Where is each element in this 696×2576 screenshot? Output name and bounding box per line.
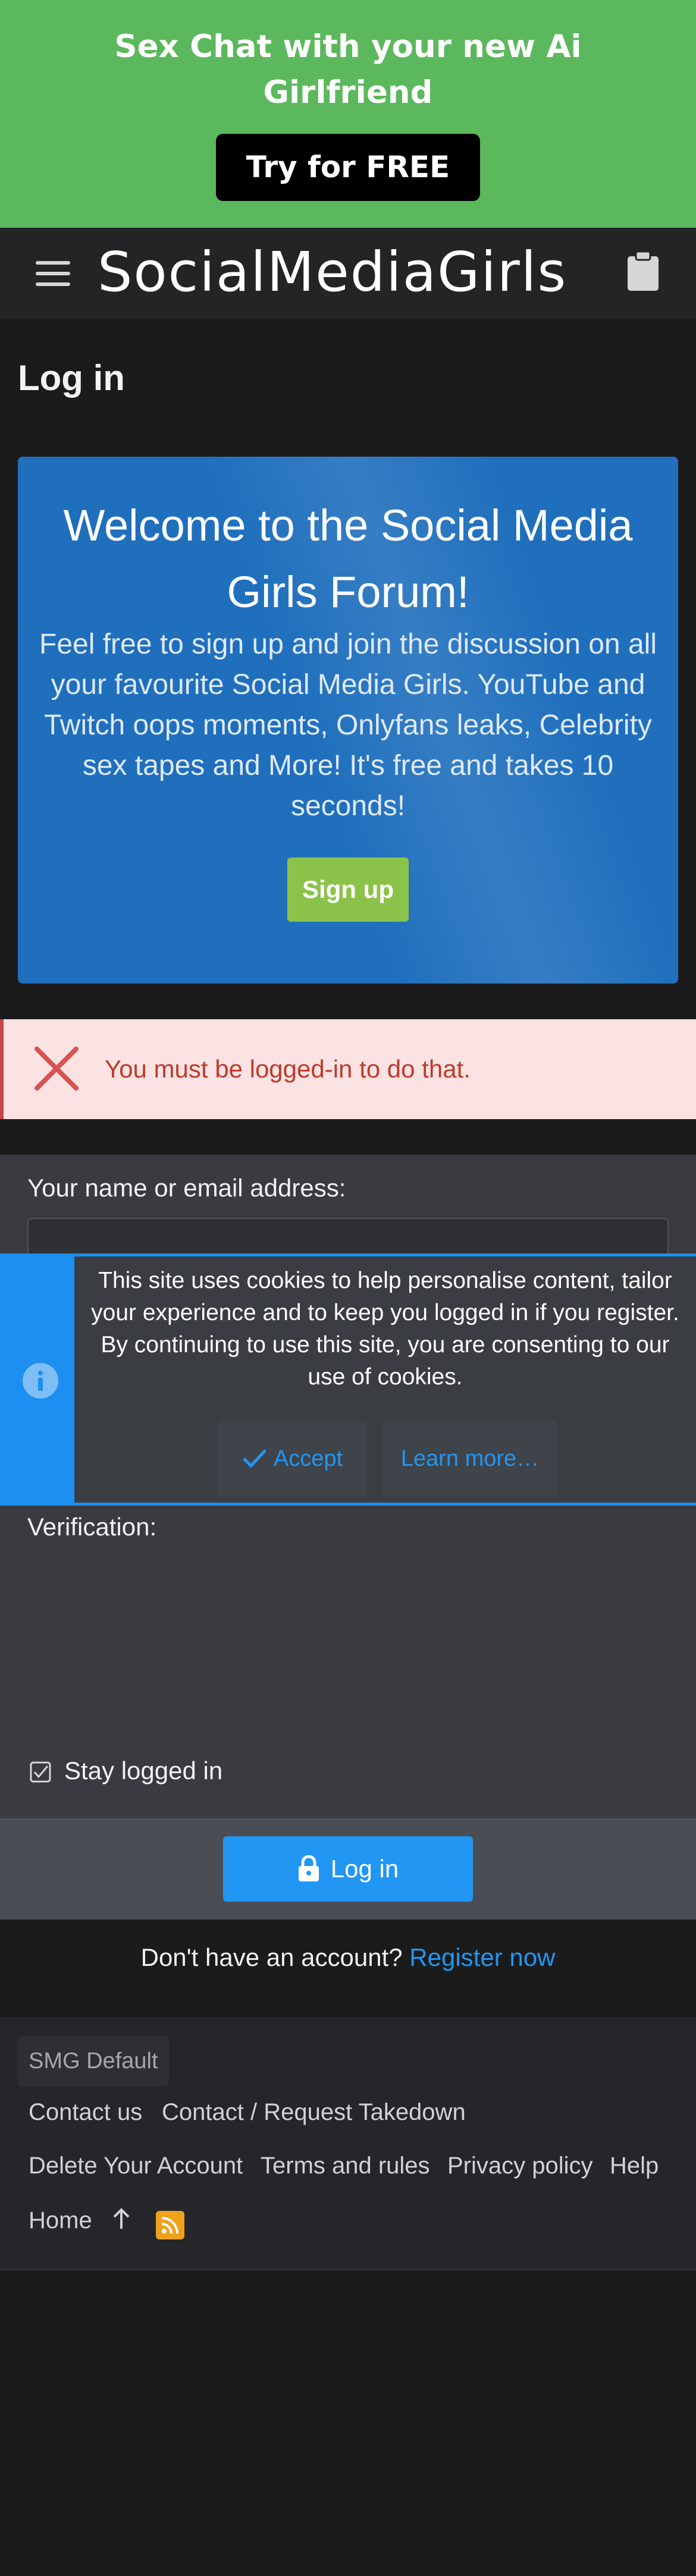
welcome-text-line: seconds! bbox=[290, 790, 406, 822]
close-x-icon bbox=[35, 1047, 79, 1091]
site-footer: SMG Default Contact us Contact / Request… bbox=[0, 2017, 696, 2270]
footer-link-terms[interactable]: Terms and rules bbox=[261, 2150, 430, 2181]
ad-cta-button[interactable]: Try for FREE bbox=[216, 134, 480, 201]
form-footer: Log in bbox=[0, 1818, 696, 1920]
register-now-link[interactable]: Register now bbox=[409, 1943, 555, 1971]
ad-title: Sex Chat with your new Ai Girlfriend bbox=[0, 24, 696, 115]
register-prompt: Don't have an account? Register now bbox=[0, 1941, 696, 1974]
cookie-text-line: use of cookies. bbox=[308, 1364, 463, 1390]
cookie-text-line: your experience and to keep you logged i… bbox=[91, 1300, 679, 1325]
checkmark-icon bbox=[243, 1449, 267, 1468]
verification-label: Verification: bbox=[27, 1513, 157, 1541]
cookie-text-line: This site uses cookies to help personali… bbox=[98, 1268, 672, 1293]
ad-title-line1: Sex Chat with your new Ai bbox=[114, 29, 582, 65]
cookie-accept-label[interactable]: Accept bbox=[274, 1446, 343, 1471]
welcome-text: Feel free to sign up and join the discus… bbox=[36, 624, 660, 827]
signup-button[interactable]: Sign up bbox=[287, 857, 409, 922]
page-title: Log in bbox=[18, 358, 125, 398]
error-message: You must be logged-in to do that. bbox=[105, 1055, 471, 1083]
checkbox-icon[interactable] bbox=[30, 1761, 51, 1783]
cookie-notice: This site uses cookies to help personali… bbox=[0, 1254, 696, 1506]
welcome-text-line: your favourite Social Media Girls. YouTu… bbox=[51, 669, 645, 700]
site-logo[interactable]: SocialMediaGirls bbox=[98, 240, 567, 305]
error-notice: You must be logged-in to do that. bbox=[0, 1019, 696, 1119]
register-prompt-text: Don't have an account? bbox=[140, 1943, 403, 1971]
welcome-text-line: sex tapes and More! It's free and takes … bbox=[82, 750, 614, 781]
stay-logged-in-label[interactable]: Stay logged in bbox=[64, 1754, 222, 1788]
cookie-learn-more-button[interactable]: Learn more… bbox=[383, 1421, 557, 1497]
cookie-text: This site uses cookies to help personali… bbox=[86, 1265, 684, 1393]
arrow-up-icon[interactable] bbox=[111, 2206, 132, 2231]
rss-icon[interactable] bbox=[156, 2211, 184, 2239]
lock-icon bbox=[298, 1855, 319, 1881]
welcome-text-line: Twitch oops moments, Onlyfans leaks, Cel… bbox=[44, 709, 652, 741]
name-label: Your name or email address: bbox=[27, 1174, 346, 1202]
cookie-accept-button[interactable]: Accept bbox=[217, 1421, 367, 1497]
style-chooser[interactable]: SMG Default bbox=[18, 2036, 169, 2086]
welcome-panel: Welcome to the Social Media Girls Forum!… bbox=[18, 457, 678, 984]
cookie-text-line: By continuing to use this site, you are … bbox=[101, 1332, 670, 1358]
site-header: SocialMediaGirls bbox=[0, 228, 696, 318]
clipboard-icon[interactable] bbox=[626, 252, 660, 292]
hamburger-menu-icon[interactable] bbox=[36, 261, 70, 287]
welcome-title: Welcome to the Social Media Girls Forum! bbox=[42, 492, 654, 626]
info-icon bbox=[23, 1363, 58, 1399]
ad-title-line2: Girlfriend bbox=[263, 74, 433, 111]
footer-link-delete-account[interactable]: Delete Your Account bbox=[29, 2150, 243, 2181]
cookie-notice-content: This site uses cookies to help personali… bbox=[74, 1256, 696, 1503]
footer-link-contact[interactable]: Contact us bbox=[29, 2097, 142, 2128]
footer-link-privacy[interactable]: Privacy policy bbox=[447, 2150, 593, 2181]
login-button[interactable]: Log in bbox=[223, 1836, 473, 1902]
welcome-text-line: Feel free to sign up and join the discus… bbox=[39, 629, 657, 660]
login-button-label[interactable]: Log in bbox=[331, 1855, 399, 1883]
footer-link-home[interactable]: Home bbox=[29, 2205, 92, 2236]
welcome-title-line2: Girls Forum! bbox=[227, 567, 469, 617]
footer-link-takedown[interactable]: Contact / Request Takedown bbox=[162, 2097, 466, 2128]
ad-banner[interactable]: Sex Chat with your new Ai Girlfriend Try… bbox=[0, 0, 696, 228]
footer-link-help[interactable]: Help bbox=[610, 2150, 659, 2181]
welcome-title-line1: Welcome to the Social Media bbox=[63, 501, 633, 550]
